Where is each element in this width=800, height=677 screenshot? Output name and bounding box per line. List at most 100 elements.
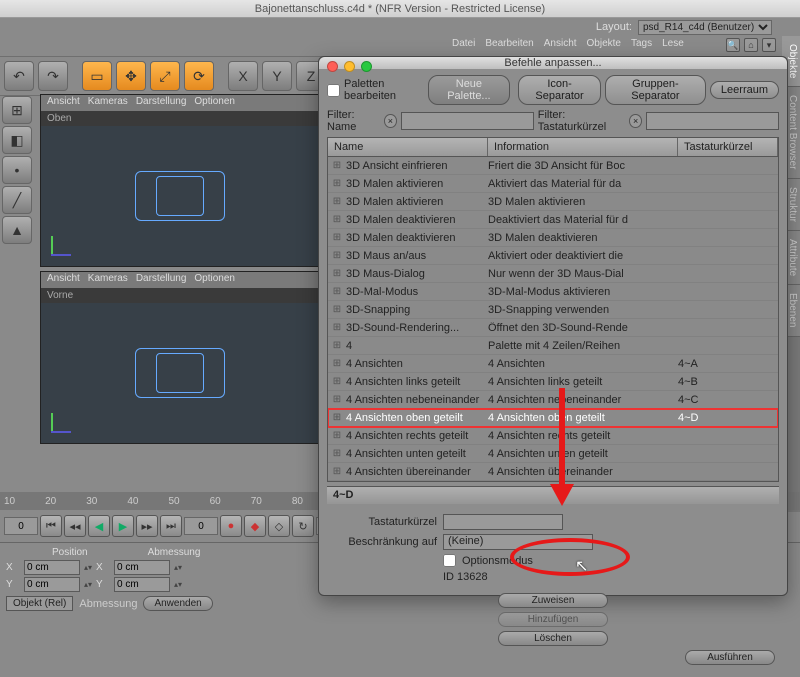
clear-shortcut-filter-icon[interactable]: × <box>629 114 642 128</box>
new-palette-button[interactable]: Neue Palette... <box>428 75 511 105</box>
play-reverse-button[interactable]: ◀ <box>88 515 110 537</box>
shortcut-input[interactable] <box>443 514 563 530</box>
table-row[interactable]: ⊞4 Ansichten rechts geteilt4 Ansichten r… <box>328 427 778 445</box>
live-select-icon[interactable]: ▭ <box>82 61 112 91</box>
polygon-mode-icon[interactable]: ▲ <box>2 216 32 244</box>
objmenu-bearbeiten[interactable]: Bearbeiten <box>485 38 533 54</box>
redo-button[interactable]: ↷ <box>38 61 68 91</box>
objmenu-lese[interactable]: Lese <box>662 38 684 54</box>
vp-menu-optionen[interactable]: Optionen <box>194 96 235 110</box>
objmenu-objekte[interactable]: Objekte <box>587 38 621 54</box>
record-button[interactable]: ● <box>220 515 242 537</box>
layout-select[interactable]: psd_R14_c4d (Benutzer) <box>638 20 772 35</box>
col-shortcut[interactable]: Tastaturkürzel <box>678 138 778 156</box>
viewport-front-label: Vorne <box>41 288 319 303</box>
keyframe-sel-button[interactable]: ◇ <box>268 515 290 537</box>
vp-menu-kameras[interactable]: Kameras <box>88 96 128 110</box>
autokey-button[interactable]: ◆ <box>244 515 266 537</box>
table-row[interactable]: ⊞3D-Snapping3D-Snapping verwenden <box>328 301 778 319</box>
move-tool-icon[interactable]: ✥ <box>116 61 146 91</box>
group-separator-button[interactable]: Gruppen-Separator <box>605 75 706 105</box>
size-y-input[interactable] <box>114 577 170 592</box>
next-key-button[interactable]: ▸▸ <box>136 515 158 537</box>
row-name: 3D-Snapping <box>346 304 488 316</box>
table-row[interactable]: ⊞3D Malen aktivierenAktiviert das Materi… <box>328 175 778 193</box>
table-row[interactable]: ⊞4Palette mit 4 Zeilen/Reihen <box>328 337 778 355</box>
objmenu-tags[interactable]: Tags <box>631 38 652 54</box>
play-button[interactable]: ▶ <box>112 515 134 537</box>
add-button[interactable]: Hinzufügen <box>498 612 608 627</box>
table-row[interactable]: ⊞4 Ansichten übereinander4 Ansichten übe… <box>328 463 778 481</box>
table-row[interactable]: ⊞3D Ansicht einfrierenFriert die 3D Ansi… <box>328 157 778 175</box>
search-icon[interactable]: 🔍 <box>726 38 740 52</box>
row-info: Friert die 3D Ansicht für Boc <box>488 160 678 172</box>
icon-separator-button[interactable]: Icon-Separator <box>518 75 601 105</box>
clear-name-filter-icon[interactable]: × <box>384 114 397 128</box>
vp2-menu-optionen[interactable]: Optionen <box>194 273 235 287</box>
table-row[interactable]: ⊞3D-Sound-Rendering...Öffnet den 3D-Soun… <box>328 319 778 337</box>
table-row[interactable]: ⊞3D Maus an/ausAktiviert oder deaktivier… <box>328 247 778 265</box>
first-frame-button[interactable]: ⏮ <box>40 515 62 537</box>
undo-button[interactable]: ↶ <box>4 61 34 91</box>
filter-icon[interactable]: ⊞ <box>2 96 32 124</box>
close-icon[interactable]: ▾ <box>762 38 776 52</box>
tick: 30 <box>86 496 97 507</box>
coord-mode-select[interactable]: Objekt (Rel) <box>6 596 73 611</box>
table-row[interactable]: ⊞4 Ansichten4 Ansichten4~A <box>328 355 778 373</box>
filter-shortcut-input[interactable] <box>646 112 779 130</box>
objmenu-ansicht[interactable]: Ansicht <box>544 38 577 54</box>
apply-button[interactable]: Anwenden <box>143 596 212 611</box>
viewport-front[interactable]: Ansicht Kameras Darstellung Optionen Vor… <box>40 271 320 444</box>
col-name[interactable]: Name <box>328 138 488 156</box>
table-row[interactable]: ⊞4 Ansichten oben geteilt4 Ansichten obe… <box>328 409 778 427</box>
pos-x-input[interactable] <box>24 560 80 575</box>
model-mode-icon[interactable]: ◧ <box>2 126 32 154</box>
option-mode-checkbox[interactable] <box>443 554 456 567</box>
edge-mode-icon[interactable]: ╱ <box>2 186 32 214</box>
vp-menu-darstellung[interactable]: Darstellung <box>136 96 187 110</box>
palette-edit-checkbox[interactable] <box>327 84 340 97</box>
vp-menu-ansicht[interactable]: Ansicht <box>47 96 80 110</box>
table-row[interactable]: ⊞3D Malen deaktivierenDeaktiviert das Ma… <box>328 211 778 229</box>
zoom-window-icon[interactable] <box>361 61 372 72</box>
last-frame-button[interactable]: ⏭ <box>160 515 182 537</box>
execute-button[interactable]: Ausführen <box>685 650 775 665</box>
table-row[interactable]: ⊞3D-Mal-Modus3D-Mal-Modus aktivieren <box>328 283 778 301</box>
row-name: 3D Malen aktivieren <box>346 178 488 190</box>
delete-button[interactable]: Löschen <box>498 631 608 646</box>
spacer-button[interactable]: Leerraum <box>710 81 779 99</box>
point-mode-icon[interactable]: • <box>2 156 32 184</box>
minimize-window-icon[interactable] <box>344 61 355 72</box>
dialog-titlebar[interactable]: Befehle anpassen... <box>319 57 787 69</box>
gear-icon[interactable]: ⌂ <box>744 38 758 52</box>
frame-current-field[interactable] <box>184 517 218 535</box>
close-window-icon[interactable] <box>327 61 338 72</box>
rotate-tool-icon[interactable]: ⟳ <box>184 61 214 91</box>
axis-y-icon[interactable]: Y <box>262 61 292 91</box>
table-row[interactable]: ⊞4 Ansichten nebeneinander4 Ansichten ne… <box>328 391 778 409</box>
table-row[interactable]: ⊞4 Ansichten links geteilt4 Ansichten li… <box>328 373 778 391</box>
row-shortcut: 4~C <box>678 394 778 406</box>
vp2-menu-darstellung[interactable]: Darstellung <box>136 273 187 287</box>
scale-tool-icon[interactable]: ⤢ <box>150 61 180 91</box>
axis-x-icon[interactable]: X <box>228 61 258 91</box>
table-row[interactable]: ⊞4 Ansichten unten geteilt4 Ansichten un… <box>328 445 778 463</box>
loop-button[interactable]: ↻ <box>292 515 314 537</box>
prev-key-button[interactable]: ◂◂ <box>64 515 86 537</box>
viewport-top[interactable]: Ansicht Kameras Darstellung Optionen Obe… <box>40 94 320 267</box>
vp2-menu-ansicht[interactable]: Ansicht <box>47 273 80 287</box>
table-row[interactable]: ⊞3D Malen deaktivieren3D Malen deaktivie… <box>328 229 778 247</box>
filter-name-input[interactable] <box>401 112 534 130</box>
pos-y-input[interactable] <box>24 577 80 592</box>
frame-start-field[interactable] <box>4 517 38 535</box>
assign-button[interactable]: Zuweisen <box>498 593 608 608</box>
restrict-select[interactable]: (Keine) <box>443 534 593 550</box>
table-row[interactable]: ⊞3D Malen aktivieren3D Malen aktivieren <box>328 193 778 211</box>
coord-tab-size[interactable]: Abmessung <box>79 598 137 610</box>
table-row[interactable]: ⊞3D Maus-DialogNur wenn der 3D Maus-Dial <box>328 265 778 283</box>
vp2-menu-kameras[interactable]: Kameras <box>88 273 128 287</box>
size-x-input[interactable] <box>114 560 170 575</box>
col-info[interactable]: Information <box>488 138 678 156</box>
command-icon: ⊞ <box>328 196 346 207</box>
objmenu-datei[interactable]: Datei <box>452 38 475 54</box>
